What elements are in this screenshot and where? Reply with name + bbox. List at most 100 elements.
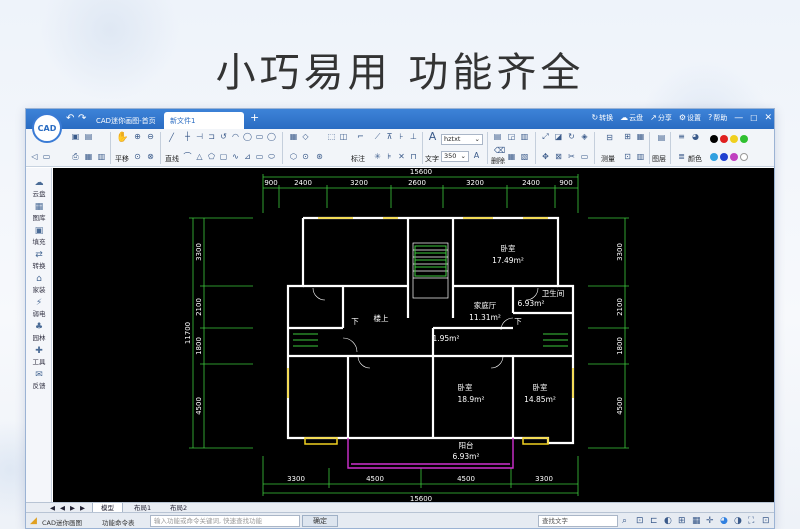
tolerance-icon[interactable]: ⊓: [408, 152, 419, 162]
help-button[interactable]: ?帮助: [708, 113, 727, 123]
polyline-icon[interactable]: ┼: [182, 132, 193, 142]
save-icon[interactable]: ▣: [70, 132, 81, 142]
insert-icon[interactable]: ◇: [300, 132, 311, 142]
donut-icon[interactable]: ⬭: [266, 152, 277, 162]
sidebar-item-tools[interactable]: ✚ 工具: [26, 346, 52, 366]
color-swatch[interactable]: [730, 135, 738, 143]
copy-icon[interactable]: ⊛: [314, 152, 325, 162]
measure-icon[interactable]: ⊟: [604, 133, 615, 143]
sidebar-item-feedback[interactable]: ✉ 反馈: [26, 370, 52, 390]
ok-button[interactable]: 确定: [302, 515, 338, 527]
ellipse-icon[interactable]: ◯: [266, 132, 277, 142]
color-swatch[interactable]: [710, 153, 718, 161]
minimize-button[interactable]: —: [734, 113, 743, 123]
save-as-icon[interactable]: ▤: [83, 132, 94, 142]
block-icon[interactable]: ▦: [288, 132, 299, 142]
settings-button[interactable]: ⚙设置: [679, 113, 701, 123]
line-tool-icon[interactable]: ╱: [166, 133, 177, 143]
fullscreen-toggle-icon[interactable]: ⊡: [762, 516, 770, 526]
dim-diameter-icon[interactable]: ⊥: [408, 132, 419, 142]
polar-icon[interactable]: ◐: [664, 516, 672, 526]
region-icon[interactable]: ▭: [254, 152, 265, 162]
sketch-icon[interactable]: ∿: [230, 152, 241, 162]
copy-tool-icon[interactable]: ◪: [553, 132, 564, 142]
leader-icon[interactable]: ✕: [396, 152, 407, 162]
hatch-icon[interactable]: ⬚: [326, 132, 337, 142]
move-tool-icon[interactable]: ⤢: [540, 132, 551, 142]
dim-angle-icon[interactable]: ⊼: [384, 132, 395, 142]
zoom-out-icon[interactable]: ⊖: [145, 132, 156, 142]
sidebar-item-fill[interactable]: ▣ 填充: [26, 226, 52, 246]
circle-icon[interactable]: ◯: [242, 132, 253, 142]
color-toggle-icon[interactable]: ◕: [720, 516, 728, 526]
extend-icon[interactable]: ▭: [579, 152, 590, 162]
clipboard-icon[interactable]: ◲: [506, 132, 517, 142]
zoom-in-icon[interactable]: ⊕: [132, 132, 143, 142]
color-swatch[interactable]: [730, 153, 738, 161]
zoom-window-icon[interactable]: ⊙: [132, 152, 143, 162]
trim-icon[interactable]: ✂: [566, 152, 577, 162]
dim-linear-icon[interactable]: ⌐: [355, 132, 366, 142]
dim-continue-icon[interactable]: ✳: [372, 152, 383, 162]
grid-toggle-icon[interactable]: ▦: [692, 516, 701, 526]
linetype-icon[interactable]: ≡: [676, 132, 687, 142]
export-icon[interactable]: ▦: [83, 152, 94, 162]
gradient-icon[interactable]: ◫: [338, 132, 349, 142]
mirror-icon[interactable]: ◈: [579, 132, 590, 142]
text-tool-icon[interactable]: A: [427, 131, 438, 142]
undo-icon[interactable]: ▥: [96, 152, 107, 162]
font-select[interactable]: hztxt ⌄: [441, 134, 483, 145]
text-style-icon[interactable]: A: [471, 151, 482, 161]
table-icon[interactable]: ▦: [635, 132, 646, 142]
sidebar-item-home-decor[interactable]: ⌂ 家装: [26, 274, 52, 294]
wipeout-icon[interactable]: ⊿: [242, 152, 253, 162]
rotate-icon[interactable]: ⊙: [300, 152, 311, 162]
sidebar-item-cloud[interactable]: ☁ 云盘: [26, 178, 52, 198]
convert-button[interactable]: ↻转换: [591, 113, 613, 123]
polygon-icon[interactable]: ⬠: [206, 152, 217, 162]
rotate-tool-icon[interactable]: ↻: [566, 132, 577, 142]
triangle-icon[interactable]: △: [194, 152, 205, 162]
sidebar-item-library[interactable]: ▦ 图库: [26, 202, 52, 222]
color-swatch[interactable]: [740, 153, 748, 161]
share-button[interactable]: ↗分享: [650, 113, 672, 123]
crosshair-icon[interactable]: ✛: [706, 516, 714, 526]
dim-radius-icon[interactable]: ⊦: [396, 132, 407, 142]
color-wheel-icon[interactable]: ◕: [690, 132, 701, 142]
find-text-input[interactable]: 查找文字: [538, 515, 618, 527]
print-icon[interactable]: ⎙: [70, 152, 81, 162]
copy-clip-icon[interactable]: ▥: [519, 132, 530, 142]
delete-icon[interactable]: ⌫: [494, 146, 505, 156]
color-swatch[interactable]: [720, 135, 728, 143]
lineweight-icon[interactable]: ≣: [676, 152, 687, 162]
color-swatch[interactable]: [740, 135, 748, 143]
new-file-icon[interactable]: ◁: [29, 152, 40, 162]
layer-icon[interactable]: ▤: [656, 133, 667, 143]
arc2-icon[interactable]: ◠: [230, 132, 241, 142]
command-input[interactable]: 输入功能或命令关键词, 快速查找功能: [150, 515, 300, 527]
tab-new-file[interactable]: 新文件1: [164, 112, 244, 129]
grid-icon[interactable]: ▥: [635, 152, 646, 162]
dim-baseline-icon[interactable]: ⊧: [384, 152, 395, 162]
add-tab-button[interactable]: +: [250, 111, 259, 124]
sidebar-item-convert[interactable]: ⇄ 转换: [26, 250, 52, 270]
rect-icon[interactable]: ▭: [254, 132, 265, 142]
forward-arrow-icon[interactable]: ↷: [78, 113, 86, 124]
app-logo[interactable]: CAD: [32, 113, 62, 143]
full-screen-icon[interactable]: ⛶: [748, 516, 754, 526]
snap-icon[interactable]: ⊡: [636, 516, 644, 526]
match-prop-icon[interactable]: ▦: [506, 152, 517, 162]
dim-aligned-icon[interactable]: ⟋: [372, 132, 383, 142]
maximize-button[interactable]: ☐: [750, 114, 757, 123]
ray-icon[interactable]: ⊣: [194, 132, 205, 142]
cloud-button[interactable]: ☁云盘: [620, 113, 643, 123]
color-swatch[interactable]: [710, 135, 718, 143]
zoom-extent-icon[interactable]: ⊗: [145, 152, 156, 162]
ortho-icon[interactable]: ⊏: [650, 516, 658, 526]
revcloud-icon[interactable]: ▢: [218, 152, 229, 162]
calc-icon[interactable]: ⊡: [622, 152, 633, 162]
osnap-icon[interactable]: ⊞: [678, 516, 686, 526]
paste-icon[interactable]: ▤: [492, 132, 503, 142]
sidebar-item-low-voltage[interactable]: ⚡ 弱电: [26, 298, 52, 318]
spline-icon[interactable]: ⌒: [182, 152, 193, 162]
